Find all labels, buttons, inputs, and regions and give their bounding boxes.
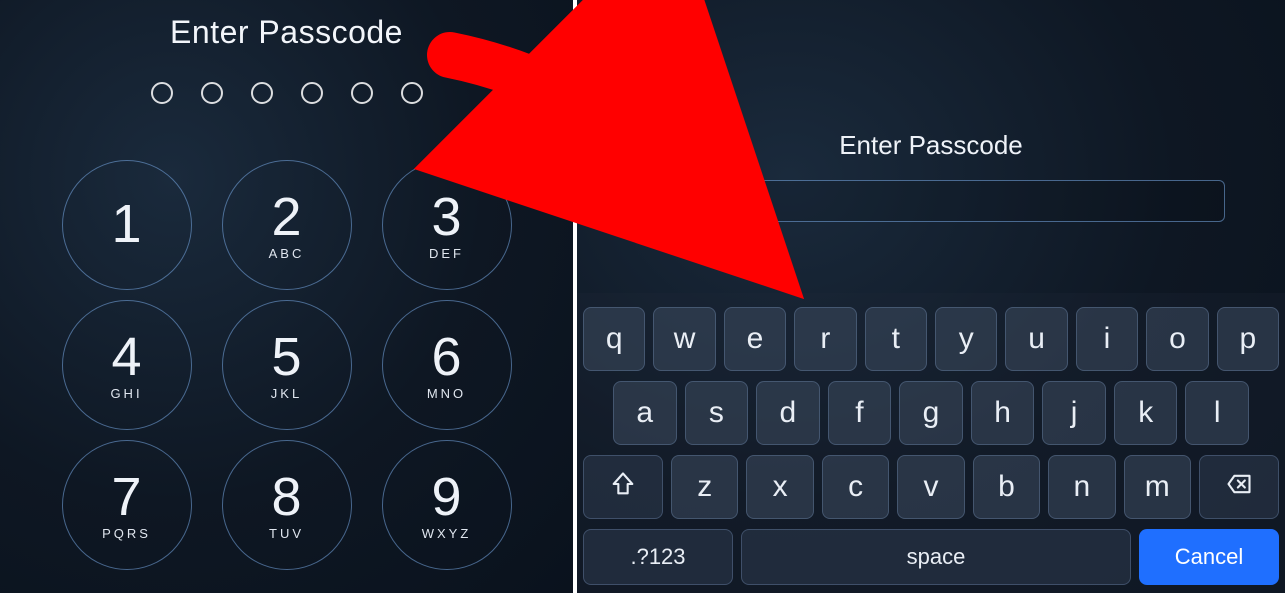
shift-up-icon	[609, 470, 637, 504]
key-g[interactable]: g	[899, 381, 963, 445]
key-b[interactable]: b	[973, 455, 1040, 519]
key-d[interactable]: d	[756, 381, 820, 445]
alphanumeric-passcode-panel: Enter Passcode q w e r t y u i o p a s d…	[577, 0, 1285, 593]
keypad-8[interactable]: 8 TUV	[222, 440, 352, 570]
keypad-6[interactable]: 6 MNO	[382, 300, 512, 430]
passcode-dot	[201, 82, 223, 104]
key-k[interactable]: k	[1114, 381, 1178, 445]
key-u[interactable]: u	[1005, 307, 1067, 371]
key-o[interactable]: o	[1146, 307, 1208, 371]
keypad-4[interactable]: 4 GHI	[62, 300, 192, 430]
text-caret	[650, 188, 652, 214]
key-q[interactable]: q	[583, 307, 645, 371]
passcode-dot	[251, 82, 273, 104]
key-a[interactable]: a	[613, 381, 677, 445]
number-switch-key[interactable]: .?123	[583, 529, 733, 585]
backspace-key[interactable]	[1199, 455, 1279, 519]
keypad-9[interactable]: 9 WXYZ	[382, 440, 512, 570]
passcode-title: Enter Passcode	[577, 130, 1285, 161]
keypad-2[interactable]: 2 ABC	[222, 160, 352, 290]
key-i[interactable]: i	[1076, 307, 1138, 371]
key-j[interactable]: j	[1042, 381, 1106, 445]
key-c[interactable]: c	[822, 455, 889, 519]
key-y[interactable]: y	[935, 307, 997, 371]
space-key[interactable]: space	[741, 529, 1131, 585]
key-h[interactable]: h	[971, 381, 1035, 445]
key-s[interactable]: s	[685, 381, 749, 445]
passcode-dot	[401, 82, 423, 104]
key-t[interactable]: t	[865, 307, 927, 371]
key-m[interactable]: m	[1124, 455, 1191, 519]
key-e[interactable]: e	[724, 307, 786, 371]
key-p[interactable]: p	[1217, 307, 1279, 371]
shift-key[interactable]	[583, 455, 663, 519]
numeric-keypad: 1 2 ABC 3 DEF 4 GHI 5 J	[0, 160, 573, 570]
key-z[interactable]: z	[671, 455, 738, 519]
keypad-1[interactable]: 1	[62, 160, 192, 290]
onscreen-keyboard: q w e r t y u i o p a s d f g h j k l	[577, 293, 1285, 593]
keypad-3[interactable]: 3 DEF	[382, 160, 512, 290]
keypad-5[interactable]: 5 JKL	[222, 300, 352, 430]
key-f[interactable]: f	[828, 381, 892, 445]
key-n[interactable]: n	[1048, 455, 1115, 519]
key-v[interactable]: v	[897, 455, 964, 519]
passcode-dot	[151, 82, 173, 104]
passcode-input[interactable]	[637, 180, 1225, 222]
key-l[interactable]: l	[1185, 381, 1249, 445]
key-w[interactable]: w	[653, 307, 715, 371]
keypad-7[interactable]: 7 PQRS	[62, 440, 192, 570]
passcode-title: Enter Passcode	[0, 14, 573, 51]
passcode-dot	[351, 82, 373, 104]
cancel-button[interactable]: Cancel	[1139, 529, 1279, 585]
key-r[interactable]: r	[794, 307, 856, 371]
passcode-dot	[301, 82, 323, 104]
backspace-icon	[1225, 470, 1253, 504]
passcode-dots	[0, 82, 573, 104]
key-x[interactable]: x	[746, 455, 813, 519]
numeric-passcode-panel: Enter Passcode 1 2 ABC 3 DEF	[0, 0, 573, 593]
